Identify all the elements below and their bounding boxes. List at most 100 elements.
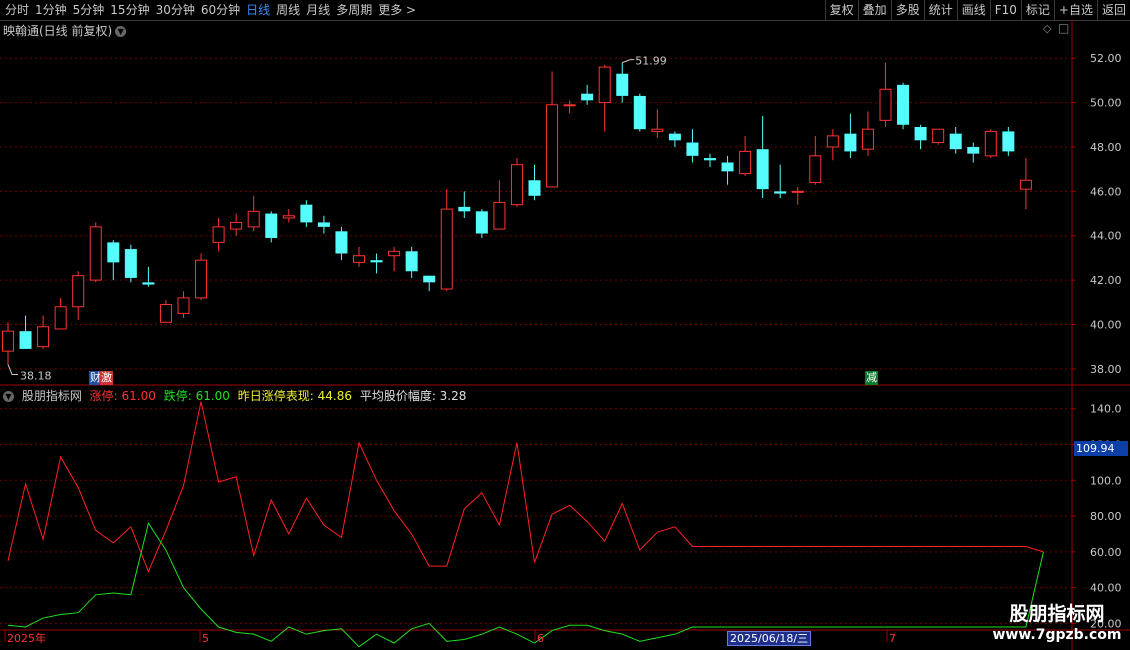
date-tick-label: 6	[537, 632, 544, 645]
candle-down	[949, 133, 962, 150]
candle-up	[739, 150, 752, 175]
candle-down	[107, 242, 120, 263]
candle-up	[177, 297, 190, 314]
candle-up	[282, 215, 295, 219]
indicator-avg: 平均股价幅度: 3.28	[359, 389, 467, 403]
candle-up	[861, 128, 874, 150]
indicator-title: ▼ 股朋指标网 涨停: 61.00 跌停: 61.00 昨日涨停表现: 44.8…	[3, 387, 470, 404]
candle-down	[581, 93, 594, 101]
candle-up	[440, 208, 453, 290]
candle-up	[493, 201, 506, 230]
candle-up	[353, 255, 365, 263]
diamond-icon[interactable]: ◇	[1043, 22, 1051, 35]
candle-up	[598, 66, 611, 104]
high-marker	[622, 59, 635, 64]
candle-up	[37, 326, 50, 348]
candle-down	[317, 222, 330, 227]
candle-down	[914, 126, 927, 141]
candle-down	[1002, 131, 1015, 152]
candle-down	[142, 282, 155, 285]
candle-down	[668, 133, 681, 141]
date-tick-label: 5	[202, 632, 209, 645]
watermark-title: 股朋指标网	[1009, 603, 1105, 625]
candle-down	[458, 206, 471, 212]
candle-down	[475, 211, 488, 234]
indicator-tick-label: 40.00	[1090, 582, 1122, 595]
candle-up	[388, 250, 401, 257]
candle-down	[897, 84, 910, 125]
stock-title-text: 映翰通(日线 前复权)	[3, 24, 113, 38]
candle-down	[124, 249, 137, 278]
candle-down	[616, 73, 629, 96]
indicator-tick-label: 140.0	[1090, 403, 1122, 416]
candle-up	[247, 210, 260, 228]
chart-canvas[interactable]: 51.99 38.18 52.00 50.00 48.00 46.00 44.00 42.0…	[0, 0, 1130, 650]
candle-up	[72, 275, 85, 308]
candle-down	[423, 275, 436, 283]
watermark: 股朋指标网 www.7gpzb.com	[984, 602, 1130, 650]
reduce-badge[interactable]: 减	[865, 371, 878, 385]
square-icon[interactable]: □	[1058, 21, 1069, 35]
candle-up	[195, 259, 208, 299]
candle-up	[826, 135, 839, 148]
price-tick-label: 40.00	[1090, 319, 1122, 332]
indicator-name[interactable]: 股朋指标网	[22, 389, 82, 403]
date-tick-label: 2025年	[7, 631, 46, 645]
candle-up	[809, 155, 822, 183]
low-marker	[7, 364, 18, 375]
candle-up	[159, 304, 172, 323]
candle-down	[528, 180, 541, 196]
current-value-label: 109.94	[1074, 441, 1128, 456]
price-tick-label: 52.00	[1090, 52, 1122, 65]
price-tick-label: 48.00	[1090, 141, 1122, 154]
stock-title: 映翰通(日线 前复权) ▼	[3, 22, 127, 39]
candle-down	[370, 260, 383, 263]
indicator-zt: 涨停: 61.00	[89, 389, 156, 403]
chevron-down-icon[interactable]: ▼	[3, 391, 14, 402]
indicator-tick-label: 60.00	[1090, 546, 1122, 559]
high-label: 51.99	[635, 55, 667, 68]
candle-up	[2, 330, 14, 352]
green-series-line	[7, 521, 1044, 648]
candle-up	[879, 88, 892, 121]
candle-down	[686, 142, 699, 156]
indicator-tick-label: 100.0	[1090, 474, 1122, 487]
candle-up	[791, 190, 804, 193]
cursor-date-label: 2025/06/18/三	[727, 631, 812, 646]
candle-down	[335, 231, 348, 254]
candle-up	[510, 164, 523, 206]
candle-up	[89, 226, 102, 281]
candle-down	[704, 158, 716, 161]
price-tick-label: 38.00	[1090, 363, 1122, 376]
candle-up	[546, 104, 559, 188]
price-tick-label: 44.00	[1090, 230, 1122, 243]
price-tick-label: 50.00	[1090, 97, 1122, 110]
candle-up	[651, 128, 664, 132]
candle-up	[54, 306, 67, 330]
candle-down	[300, 204, 313, 223]
candle-up	[984, 130, 997, 157]
candle-down	[633, 95, 646, 130]
candle-down	[967, 146, 980, 154]
indicator-zrzt: 昨日涨停表现: 44.86	[237, 389, 352, 403]
price-tick-label: 42.00	[1090, 274, 1122, 287]
candle-down	[844, 133, 857, 152]
low-label: 38.18	[20, 369, 52, 382]
candle-up	[212, 226, 225, 243]
date-tick-label: 7	[889, 632, 896, 645]
candle-up	[1019, 179, 1032, 190]
candle-down	[19, 331, 32, 349]
candle-down	[405, 251, 418, 272]
chevron-down-icon[interactable]: ▼	[115, 26, 127, 37]
candle-up	[563, 104, 576, 107]
indicator-dt: 跌停: 61.00	[163, 389, 230, 403]
candle-up	[230, 221, 243, 230]
incentive-badge[interactable]: 激	[100, 371, 113, 385]
price-tick-label: 46.00	[1090, 185, 1122, 198]
indicator-tick-label: 80.00	[1090, 510, 1122, 523]
candle-down	[265, 213, 278, 238]
candle-down	[721, 162, 734, 172]
watermark-url: www.7gpzb.com	[992, 627, 1122, 643]
candle-down	[774, 191, 787, 194]
candle-down	[756, 149, 769, 190]
